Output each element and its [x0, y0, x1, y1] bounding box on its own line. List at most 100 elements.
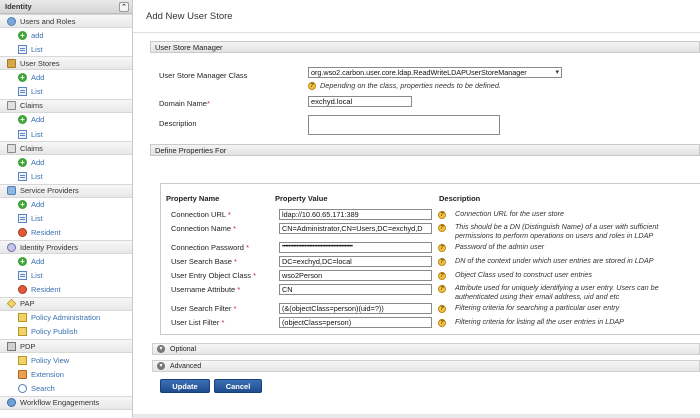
- sidebar-item-label: List: [31, 87, 43, 97]
- manager-class-select[interactable]: org.wso2.carbon.user.core.ldap.ReadWrite…: [308, 67, 562, 78]
- sidebar-item-idp-add[interactable]: + Add: [0, 254, 132, 268]
- property-label-connection-password: Connection Password *: [171, 243, 249, 252]
- column-header-description: Description: [439, 194, 481, 203]
- sidebar-item-claims-add[interactable]: + Add: [0, 113, 132, 127]
- list-icon: [18, 87, 27, 97]
- help-icon: ?: [438, 258, 446, 266]
- sidebar-item-idp-list[interactable]: List: [0, 268, 132, 282]
- claims-icon: [7, 143, 16, 153]
- property-label-text: Connection Password: [171, 243, 244, 252]
- domain-name-label: Domain Name*: [159, 99, 210, 108]
- sidebar-header[interactable]: Identity ⌃: [0, 0, 132, 14]
- page-title: Add New User Store: [133, 0, 700, 33]
- sidebar-section-users-and-roles[interactable]: Users and Roles: [0, 14, 132, 28]
- required-mark: *: [227, 210, 231, 219]
- property-description: ? Connection URL for the user store: [438, 209, 698, 219]
- sidebar-item-policy-administration[interactable]: Policy Administration: [0, 311, 132, 325]
- sidebar-item-label: List: [31, 171, 43, 181]
- property-label-user-list-filter: User List Filter *: [171, 318, 224, 327]
- user-search-base-input[interactable]: DC=exchyd,DC=local: [279, 256, 432, 267]
- column-header-property-value: Property Value: [275, 194, 328, 203]
- sidebar-item-policy-view[interactable]: Policy View: [0, 353, 132, 367]
- cancel-button[interactable]: Cancel: [214, 379, 262, 393]
- identity-provider-icon: [7, 242, 16, 252]
- sidebar-item-userstores-list[interactable]: List: [0, 85, 132, 99]
- optional-section-toggle[interactable]: ▾ Optional: [152, 343, 700, 355]
- sidebar-item-sp-list[interactable]: List: [0, 212, 132, 226]
- column-header-property-name: Property Name: [166, 194, 220, 203]
- sidebar-item-label: Add: [31, 256, 45, 266]
- sidebar-item-label: Resident: [31, 228, 61, 238]
- sidebar-section-label: Service Providers: [20, 186, 79, 195]
- property-description-text: Password of the admin user: [455, 242, 545, 251]
- sidebar-item-claims2-list[interactable]: List: [0, 169, 132, 183]
- sidebar-section-label: PAP: [20, 299, 35, 309]
- user-search-filter-input[interactable]: (&(objectClass=person)(uid=?)): [279, 303, 432, 314]
- domain-name-input[interactable]: exchyd.local: [308, 96, 412, 107]
- sidebar-item-extension[interactable]: Extension: [0, 367, 132, 381]
- sidebar-section-label: PDP: [20, 341, 36, 351]
- sidebar-section-claims[interactable]: Claims: [0, 98, 132, 113]
- help-icon: ?: [438, 305, 446, 313]
- description-textarea[interactable]: [308, 115, 500, 135]
- manager-class-value: org.wso2.carbon.user.core.ldap.ReadWrite…: [311, 68, 527, 77]
- chevron-down-icon: ▾: [157, 345, 165, 353]
- sidebar-item-users-list[interactable]: List: [0, 42, 132, 56]
- sidebar-section-user-stores[interactable]: User Stores: [0, 56, 132, 71]
- list-icon: [18, 214, 27, 224]
- sidebar-section-label: User Stores: [20, 58, 60, 68]
- required-mark: *: [233, 257, 237, 266]
- manager-class-note: ? Depending on the class, properties need…: [308, 81, 501, 91]
- sidebar-item-sp-resident[interactable]: Resident: [0, 226, 132, 240]
- advanced-section-toggle[interactable]: ▾ Advanced: [152, 360, 700, 372]
- chevron-down-icon: ▾: [157, 362, 165, 370]
- sidebar-section-service-providers[interactable]: Service Providers: [0, 183, 132, 198]
- property-description-text: Object Class used to construct user entr…: [455, 270, 593, 279]
- sidebar-section-workflow-engagements[interactable]: Workflow Engagements: [0, 395, 132, 410]
- sidebar-item-label: Extension: [31, 369, 64, 379]
- sidebar-section-identity-providers[interactable]: Identity Providers: [0, 240, 132, 255]
- required-mark: *: [221, 318, 225, 327]
- sidebar-section-claims-2[interactable]: Claims: [0, 141, 132, 156]
- list-icon: [18, 171, 27, 181]
- property-label-text: Connection URL: [171, 210, 226, 219]
- connection-url-input[interactable]: ldap://10.60.65.171:389: [279, 209, 432, 220]
- property-description: ? Attribute used for uniquely identifying…: [438, 283, 698, 301]
- list-icon: [18, 129, 27, 139]
- sidebar-item-policy-publish[interactable]: Policy Publish: [0, 325, 132, 339]
- sidebar-item-label: Policy View: [31, 355, 70, 365]
- sidebar-item-idp-resident[interactable]: Resident: [0, 282, 132, 296]
- user-list-filter-input[interactable]: (objectClass=person): [279, 317, 432, 328]
- connection-name-input[interactable]: CN=Administrator,CN=Users,DC=exchyd,D: [279, 223, 432, 234]
- property-description-text: Filtering criteria for searching a parti…: [455, 303, 620, 312]
- property-description: ? This should be a DN (Distinguish Name) …: [438, 222, 698, 240]
- help-icon: ?: [438, 244, 446, 252]
- sidebar-item-sp-add[interactable]: + Add: [0, 198, 132, 212]
- property-label-text: User Entry Object Class: [171, 271, 252, 280]
- sidebar-item-search[interactable]: Search: [0, 381, 132, 395]
- property-label-connection-name: Connection Name *: [171, 224, 236, 233]
- properties-table: Property Name Property Value Description…: [160, 183, 700, 335]
- sidebar-section-pdp[interactable]: PDP: [0, 339, 132, 353]
- help-icon: ?: [438, 211, 446, 219]
- collapse-icon[interactable]: ⌃: [119, 1, 129, 12]
- sidebar-item-userstores-add[interactable]: + Add: [0, 70, 132, 84]
- claims-icon: [7, 101, 16, 111]
- optional-section-label: Optional: [170, 345, 197, 353]
- sidebar-item-users-add[interactable]: + add: [0, 28, 132, 42]
- footer-divider: [133, 414, 700, 418]
- search-icon: [18, 383, 27, 393]
- user-entry-object-class-input[interactable]: wso2Person: [279, 270, 432, 281]
- property-label-text: Connection Name: [171, 224, 232, 233]
- user-store-icon: [7, 58, 16, 68]
- sidebar-item-label: List: [31, 129, 43, 139]
- help-icon: ?: [438, 224, 446, 232]
- username-attribute-input[interactable]: CN: [279, 284, 432, 295]
- connection-password-input[interactable]: ••••••••••••••••••••••••••••••••••••••••…: [279, 242, 432, 253]
- sidebar-item-label: Policy Publish: [31, 327, 78, 337]
- property-description-text: Filtering criteria for listing all the u…: [455, 317, 624, 326]
- sidebar-section-pap[interactable]: PAP: [0, 296, 132, 311]
- update-button[interactable]: Update: [160, 379, 210, 393]
- sidebar-item-claims-list[interactable]: List: [0, 127, 132, 141]
- sidebar-item-claims2-add[interactable]: + Add: [0, 155, 132, 169]
